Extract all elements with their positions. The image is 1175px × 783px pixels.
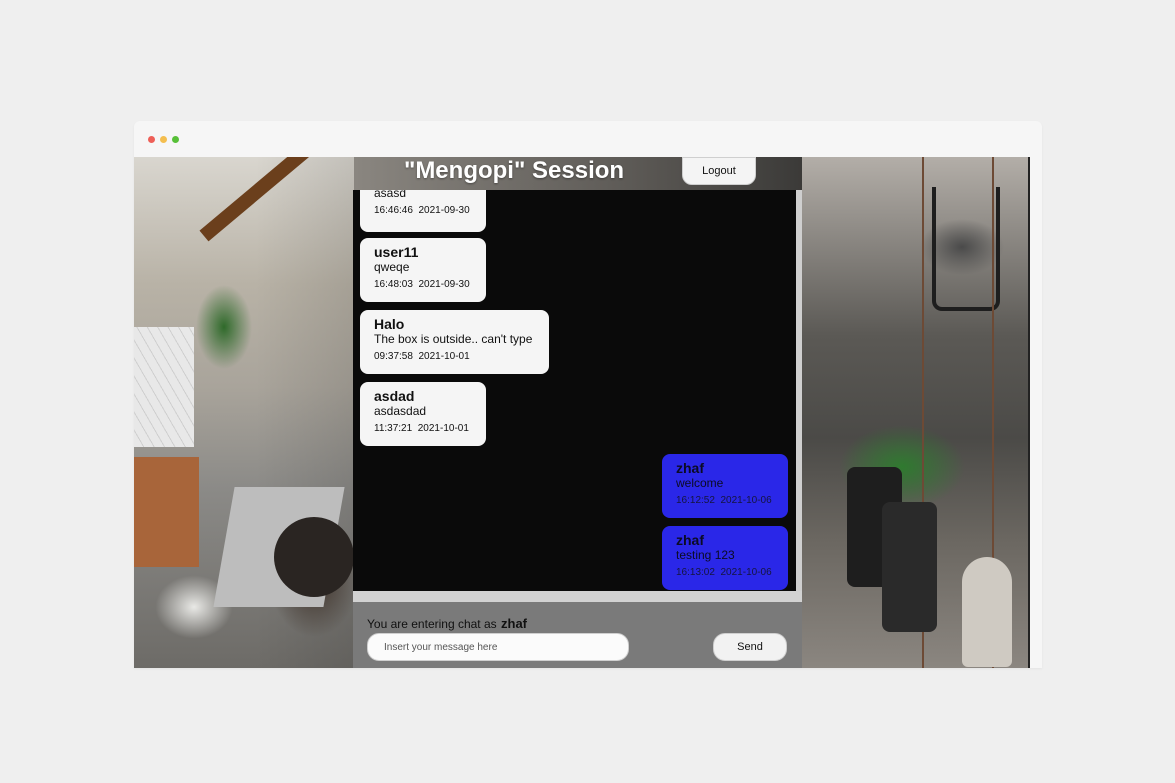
send-button[interactable]: Send bbox=[713, 633, 787, 661]
session-title: "Mengopi" Session bbox=[403, 157, 625, 184]
own-message-bubble: zhaf welcome 16:12:52 2021-10-06 bbox=[662, 454, 788, 518]
chat-scrollbar[interactable] bbox=[796, 190, 802, 591]
message-bubble: user11 qweqe 16:48:03 2021-09-30 bbox=[360, 238, 486, 302]
page-viewport: "Mengopi" Session Logout asasd 16:46:46 … bbox=[134, 157, 1030, 668]
message-timestamp: 16:46:46 2021-09-30 bbox=[374, 205, 470, 216]
message-text: asdasdad bbox=[374, 404, 427, 418]
maximize-window-icon[interactable] bbox=[172, 136, 179, 143]
message-username: zhaf bbox=[676, 460, 704, 476]
entering-as-label: You are entering chat as bbox=[367, 617, 497, 631]
message-text: welcome bbox=[676, 476, 724, 490]
chat-divider bbox=[353, 591, 802, 602]
background-photo-left bbox=[134, 157, 354, 668]
message-timestamp: 11:37:21 2021-10-01 bbox=[374, 423, 469, 434]
message-text: asasd bbox=[374, 190, 407, 200]
message-username: zhaf bbox=[676, 532, 704, 548]
chat-messages[interactable]: asasd 16:46:46 2021-09-30 user11 qweqe 1… bbox=[353, 190, 796, 591]
message-input[interactable] bbox=[367, 633, 629, 661]
message-timestamp: 16:48:03 2021-09-30 bbox=[374, 279, 470, 290]
current-username: zhaf bbox=[501, 616, 527, 631]
message-bubble: asdad asdasdad 11:37:21 2021-10-01 bbox=[360, 382, 486, 446]
message-timestamp: 16:13:02 2021-10-06 bbox=[676, 567, 772, 578]
logout-button[interactable]: Logout bbox=[682, 157, 756, 185]
message-username: user11 bbox=[374, 244, 419, 260]
message-bubble: Halo The box is outside.. can't type 09:… bbox=[360, 310, 549, 374]
minimize-window-icon[interactable] bbox=[160, 136, 167, 143]
background-photo-right bbox=[802, 157, 1030, 668]
message-text: testing 123 bbox=[676, 548, 735, 562]
browser-titlebar bbox=[134, 121, 1042, 157]
message-bubble: asasd 16:46:46 2021-09-30 bbox=[360, 190, 486, 232]
message-text: The box is outside.. can't type bbox=[374, 332, 533, 346]
chat-panel: asasd 16:46:46 2021-09-30 user11 qweqe 1… bbox=[353, 190, 802, 668]
message-username: Halo bbox=[374, 316, 405, 332]
browser-window: "Mengopi" Session Logout asasd 16:46:46 … bbox=[134, 121, 1042, 668]
message-username: asdad bbox=[374, 388, 415, 404]
message-timestamp: 16:12:52 2021-10-06 bbox=[676, 495, 772, 506]
close-window-icon[interactable] bbox=[148, 136, 155, 143]
message-text: qweqe bbox=[374, 260, 410, 274]
message-timestamp: 09:37:58 2021-10-01 bbox=[374, 351, 470, 362]
own-message-bubble: zhaf testing 123 16:13:02 2021-10-06 bbox=[662, 526, 788, 590]
